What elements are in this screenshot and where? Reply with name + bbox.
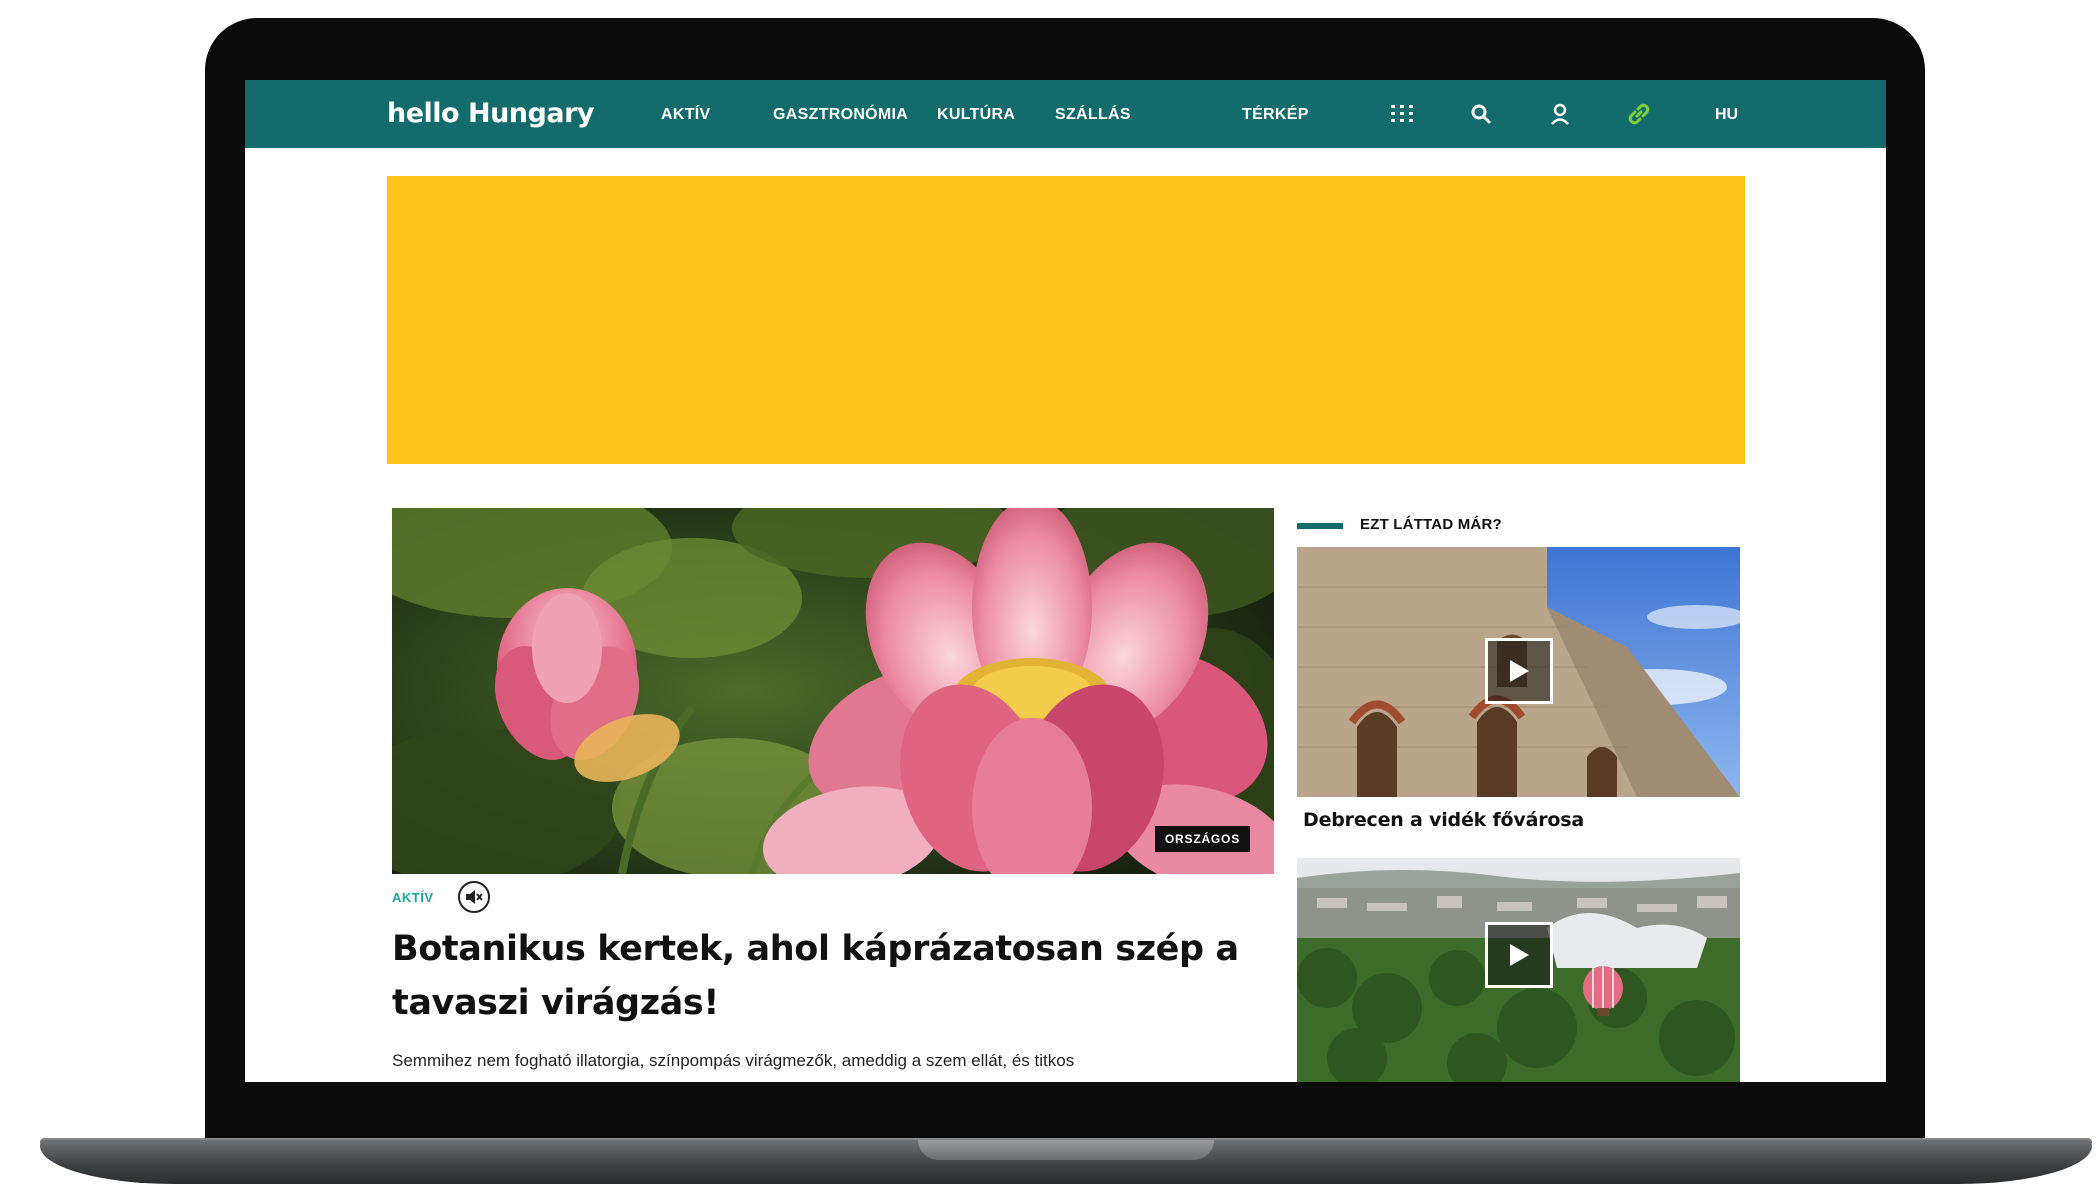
play-button[interactable] [1485,638,1553,704]
article-hero-image[interactable]: ORSZÁGOS [392,508,1274,874]
speaker-muted-icon [466,890,483,904]
article-headline[interactable]: Botanikus kertek, ahol káprázatosan szép… [392,922,1252,1030]
nav-item-szallas[interactable]: SZÁLLÁS [1055,106,1131,124]
site-logo[interactable]: hello Hungary [387,98,595,129]
video-card[interactable]: Debrecen a vidék fővárosa [1297,547,1740,831]
nav-item-gasztronomia[interactable]: GASZTRONÓMIA [773,106,908,124]
video-card[interactable] [1297,858,1740,1082]
play-icon [1510,944,1529,966]
language-selector[interactable]: HU [1715,106,1738,124]
article-lead: Semmihez nem fogható illatorgia, színpom… [392,1051,1075,1070]
play-button[interactable] [1485,922,1553,988]
grid-menu-icon[interactable] [1388,100,1416,128]
advertisement-banner[interactable] [387,176,1745,464]
lotus-photo [392,508,1274,874]
section-title-accent [1297,523,1343,529]
sidebar-section-title: EZT LÁTTAD MÁR? [1360,516,1502,533]
nav-item-aktiv[interactable]: AKTÍV [661,106,711,124]
article-category[interactable]: AKTÍV [392,890,434,905]
region-badge[interactable]: ORSZÁGOS [1154,826,1250,852]
browser-screen: hello Hungary AKTÍV GASZTRONÓMIA KULTÚRA… [245,80,1886,1082]
site-header: hello Hungary AKTÍV GASZTRONÓMIA KULTÚRA… [245,80,1886,148]
video-title[interactable]: Debrecen a vidék fővárosa [1303,809,1584,831]
search-icon[interactable] [1467,100,1495,128]
audio-mute-button[interactable] [458,881,490,913]
play-icon [1510,660,1529,682]
video-thumbnail[interactable] [1297,858,1740,1082]
video-thumbnail[interactable] [1297,547,1740,797]
link-icon[interactable] [1625,100,1653,128]
nav-item-kultura[interactable]: KULTÚRA [937,106,1015,124]
user-icon[interactable] [1546,100,1574,128]
nav-item-terkep[interactable]: TÉRKÉP [1242,106,1309,124]
laptop-notch [918,1140,1214,1160]
